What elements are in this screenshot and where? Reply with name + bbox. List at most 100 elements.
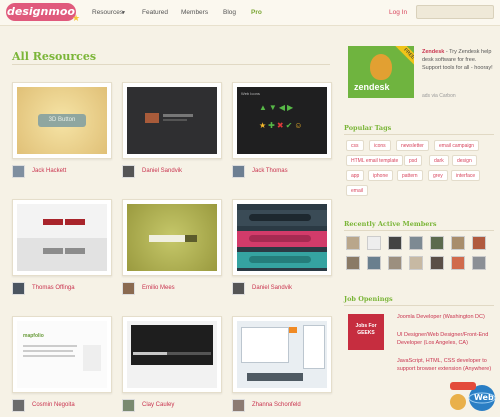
section-title: All Resources: [12, 50, 97, 63]
author-name[interactable]: Clay Cauley: [142, 402, 174, 408]
badge-label: Web: [474, 393, 494, 402]
nav-blog[interactable]: Blog: [223, 9, 236, 16]
member-avatar[interactable]: [388, 236, 402, 250]
divider: [344, 230, 494, 231]
nav-resources[interactable]: Resources: [92, 9, 123, 16]
avatar[interactable]: [122, 282, 135, 295]
thumb-search: [249, 235, 311, 242]
author-name[interactable]: Jack Thomas: [252, 168, 288, 174]
thumb-search: [249, 214, 311, 221]
ad-text[interactable]: Zendesk - Try Zendesk help desk software…: [422, 48, 494, 72]
resource-thumbnail[interactable]: [127, 87, 217, 154]
author-name[interactable]: Daniel Sandvik: [252, 285, 292, 291]
member-avatar[interactable]: [472, 256, 486, 270]
section-divider: [12, 64, 330, 65]
resource-card[interactable]: 3D Button: [12, 82, 112, 159]
member-avatar[interactable]: [451, 236, 465, 250]
logo-star-icon: ★: [72, 13, 81, 23]
resource-card[interactable]: [122, 199, 222, 276]
ad-via[interactable]: ads via Carbon: [422, 93, 456, 99]
author-name[interactable]: Emilio Mees: [142, 285, 175, 291]
divider: [344, 134, 494, 135]
resource-card[interactable]: mapfolio: [12, 316, 112, 393]
avatar[interactable]: [12, 165, 25, 178]
member-avatar[interactable]: [451, 256, 465, 270]
free-ribbon: FREE: [395, 46, 414, 68]
thumb-line: [163, 114, 193, 117]
avatar[interactable]: [232, 282, 245, 295]
resource-thumbnail[interactable]: [127, 204, 217, 271]
job-link[interactable]: JavaScript, HTML, CSS developer to suppo…: [397, 357, 495, 373]
resource-card[interactable]: [122, 82, 222, 159]
tag-link[interactable]: email campaign: [434, 140, 480, 151]
member-avatar[interactable]: [409, 236, 423, 250]
member-avatar[interactable]: [430, 236, 444, 250]
nav-members[interactable]: Members: [181, 9, 208, 16]
avatar[interactable]: [232, 399, 245, 412]
thumb-label: Web Icons: [241, 91, 260, 96]
arrow-icons: ▲▼◀▶: [259, 103, 296, 112]
member-avatar[interactable]: [430, 256, 444, 270]
avatar[interactable]: [12, 399, 25, 412]
tag-link[interactable]: dark: [429, 155, 449, 166]
author-name[interactable]: Cosmin Negoita: [32, 402, 75, 408]
resource-thumbnail[interactable]: [237, 321, 327, 388]
member-avatar[interactable]: [472, 236, 486, 250]
tag-link[interactable]: icons: [369, 140, 391, 151]
resource-thumbnail[interactable]: 3D Button: [17, 87, 107, 154]
tag-link[interactable]: HTML email template: [346, 155, 404, 166]
tag-link[interactable]: interface: [451, 170, 481, 181]
tag-link[interactable]: psd: [404, 155, 423, 166]
tag-link[interactable]: iphone: [368, 170, 394, 181]
tag-link[interactable]: design: [452, 155, 477, 166]
job-openings-title: Job Openings: [344, 295, 393, 303]
avatar[interactable]: [122, 165, 135, 178]
popular-tags-title: Popular Tags: [344, 124, 392, 132]
member-avatar[interactable]: [346, 256, 360, 270]
thumb-image: [145, 113, 159, 123]
resource-thumbnail[interactable]: [237, 204, 327, 271]
resource-thumbnail[interactable]: [127, 321, 217, 388]
chevron-down-icon[interactable]: ▼: [121, 10, 126, 16]
job-link[interactable]: UI Designer/Web Designer/Front-End Devel…: [397, 331, 495, 347]
author-name[interactable]: Daniel Sandvik: [142, 168, 182, 174]
resource-card[interactable]: [122, 316, 222, 393]
resource-card[interactable]: [232, 316, 332, 393]
search-input[interactable]: [416, 5, 494, 19]
resource-thumbnail[interactable]: Web Icons ▲▼◀▶ ★✚✖✔☺: [237, 87, 327, 154]
member-avatar[interactable]: [409, 256, 423, 270]
author-name[interactable]: Thomas Offinga: [32, 285, 75, 291]
login-link[interactable]: Log In: [389, 9, 407, 16]
jobs-for-geeks-logo[interactable]: Jobs For GEEKS: [348, 314, 384, 350]
tag-link[interactable]: app: [346, 170, 365, 181]
site-logo[interactable]: designmoo: [6, 3, 76, 21]
nav-pro[interactable]: Pro: [251, 9, 262, 16]
tag-link[interactable]: newsletter: [396, 140, 429, 151]
avatar[interactable]: [232, 165, 245, 178]
thumb-button-grey: [65, 248, 85, 254]
ad-headline[interactable]: Zendesk: [422, 49, 444, 55]
tag-link[interactable]: pattern: [397, 170, 423, 181]
member-avatar[interactable]: [367, 256, 381, 270]
resource-card[interactable]: Web Icons ▲▼◀▶ ★✚✖✔☺: [232, 82, 332, 159]
thumb-dropdown: [241, 327, 289, 363]
avatar[interactable]: [12, 282, 25, 295]
member-avatar[interactable]: [346, 236, 360, 250]
member-avatar[interactable]: [388, 256, 402, 270]
member-avatar[interactable]: [367, 236, 381, 250]
thumb-3d-button: 3D Button: [38, 114, 86, 127]
ad-image[interactable]: zendesk FREE: [348, 46, 414, 98]
resource-thumbnail[interactable]: mapfolio: [17, 321, 107, 388]
tag-link[interactable]: grey: [428, 170, 448, 181]
avatar[interactable]: [122, 399, 135, 412]
tag-link[interactable]: css: [346, 140, 364, 151]
tag-link[interactable]: email: [346, 185, 368, 196]
job-link[interactable]: Joomla Developer (Washington DC): [397, 313, 495, 321]
resource-thumbnail[interactable]: [17, 204, 107, 271]
resource-card[interactable]: [232, 199, 332, 276]
author-name[interactable]: Zhanna Schonfeld: [252, 402, 301, 408]
resource-card[interactable]: [12, 199, 112, 276]
author-name[interactable]: Jack Hackett: [32, 168, 66, 174]
web-badge[interactable]: Web: [448, 380, 498, 414]
nav-featured[interactable]: Featured: [142, 9, 168, 16]
